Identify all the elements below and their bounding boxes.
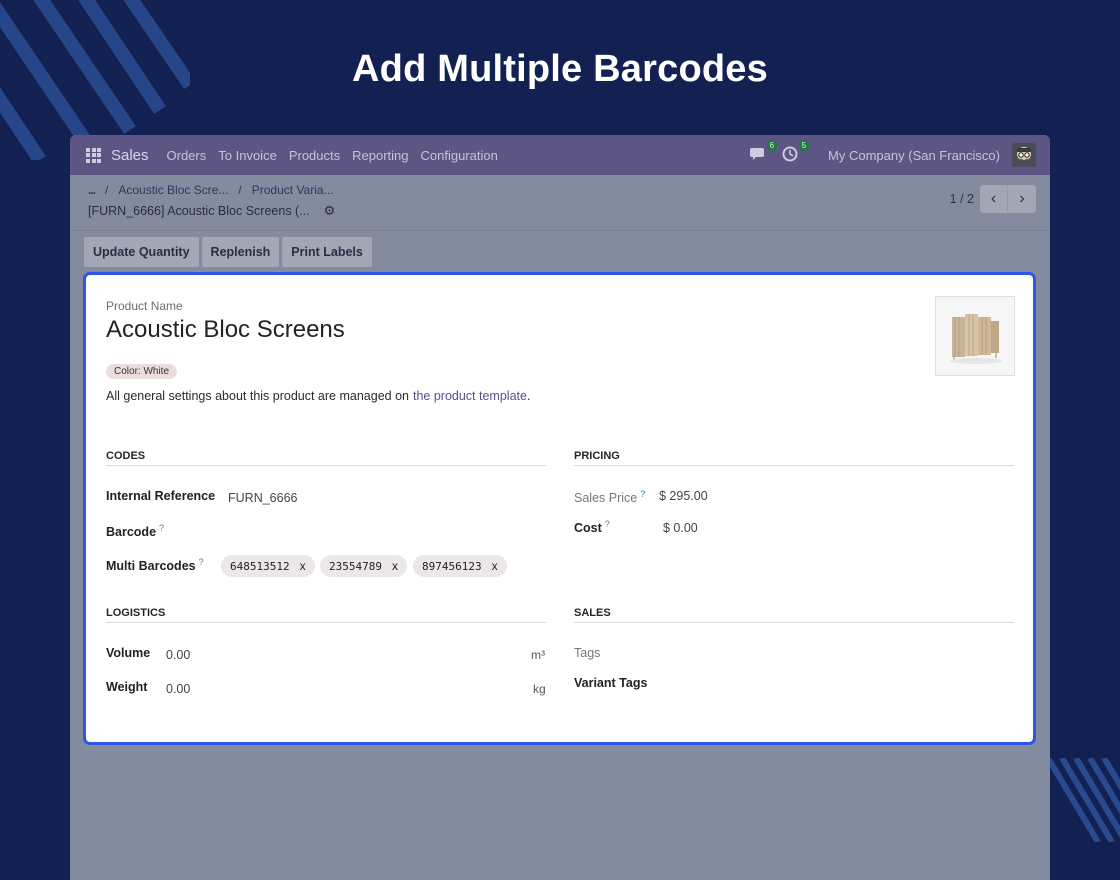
- weight-unit: kg: [533, 682, 546, 696]
- multi-barcodes-label: Multi Barcodes?: [106, 557, 204, 573]
- app-window: Sales Orders To Invoice Products Reporti…: [70, 135, 1050, 880]
- product-template-link[interactable]: the product template: [413, 389, 527, 403]
- barcode-tag-value: 23554789: [329, 559, 382, 573]
- control-panel: ... / Acoustic Bloc Scre... / Product Va…: [70, 175, 1050, 231]
- barcode-label: Barcode?: [106, 523, 164, 539]
- variant-tags-label: Variant Tags: [574, 676, 648, 690]
- activities-badge: 5: [798, 140, 810, 151]
- codes-heading: CODES: [106, 450, 546, 466]
- gear-icon[interactable]: ⚙: [324, 203, 336, 219]
- breadcrumb-separator: /: [105, 183, 109, 197]
- breadcrumb-more[interactable]: ...: [88, 183, 96, 197]
- template-note-end: .: [526, 389, 531, 403]
- barcode-tag-value: 897456123: [422, 559, 482, 573]
- help-icon[interactable]: ?: [640, 489, 645, 499]
- pager-value[interactable]: 1 / 2: [950, 192, 974, 206]
- print-labels-button[interactable]: Print Labels: [282, 237, 372, 267]
- barcode-tag-value: 648513512: [230, 559, 290, 573]
- nav-menu-products[interactable]: Products: [289, 148, 340, 163]
- replenish-button[interactable]: Replenish: [201, 237, 280, 267]
- template-note: All general settings about this product …: [106, 389, 530, 403]
- product-name-field[interactable]: Acoustic Bloc Screens: [106, 316, 345, 344]
- remove-tag-icon[interactable]: x: [492, 559, 498, 573]
- messages-badge: 6: [766, 140, 778, 151]
- breadcrumb-separator: /: [238, 183, 242, 197]
- breadcrumb-product-template[interactable]: Acoustic Bloc Scre...: [118, 183, 228, 197]
- activity-clock-icon[interactable]: 5: [782, 140, 810, 164]
- help-icon[interactable]: ?: [605, 519, 610, 529]
- chat-icon[interactable]: 6: [750, 140, 778, 164]
- help-icon[interactable]: ?: [159, 523, 164, 533]
- template-note-text: All general settings about this product …: [106, 389, 409, 403]
- tags-label: Tags: [574, 646, 601, 660]
- nav-app-name[interactable]: Sales: [111, 147, 149, 164]
- sales-price-label-text: Sales Price: [574, 491, 638, 506]
- remove-tag-icon[interactable]: x: [300, 559, 306, 573]
- barcode-tag: 897456123 x: [413, 555, 507, 577]
- help-icon[interactable]: ?: [199, 557, 204, 567]
- navbar-systray: 6 5 My Company (San Francisco): [750, 140, 1050, 167]
- logistics-heading: LOGISTICS: [106, 607, 546, 623]
- action-buttons: Update Quantity Replenish Print Labels: [84, 237, 375, 267]
- hero-title: Add Multiple Barcodes: [352, 48, 768, 90]
- barcode-tag: 648513512 x: [221, 555, 315, 577]
- weight-label: Weight: [106, 680, 148, 694]
- product-name-label: Product Name: [106, 299, 183, 313]
- nav-menu-configuration[interactable]: Configuration: [421, 148, 498, 163]
- sales-price-field[interactable]: $ 295.00: [659, 489, 708, 503]
- apps-grid-icon[interactable]: [86, 147, 101, 163]
- sales-price-label: Sales Price?: [574, 489, 645, 505]
- volume-label: Volume: [106, 646, 151, 660]
- color-attribute-badge: Color: White: [106, 364, 178, 379]
- chevron-right-icon[interactable]: ›: [1008, 185, 1036, 213]
- nav-menu-reporting[interactable]: Reporting: [352, 148, 408, 163]
- remove-tag-icon[interactable]: x: [392, 559, 398, 573]
- product-form-sheet: Product Name Acoustic Bloc Screens Color…: [83, 272, 1036, 745]
- company-switcher[interactable]: My Company (San Francisco): [828, 148, 1000, 163]
- top-navbar: Sales Orders To Invoice Products Reporti…: [70, 135, 1050, 175]
- internal-reference-field[interactable]: FURN_6666: [228, 491, 297, 505]
- breadcrumb: ... / Acoustic Bloc Scre... / Product Va…: [88, 183, 1034, 197]
- internal-reference-label: Internal Reference: [106, 489, 216, 503]
- nav-menu-to-invoice[interactable]: To Invoice: [218, 148, 277, 163]
- barcode-tag: 23554789 x: [320, 555, 407, 577]
- nav-menu-orders[interactable]: Orders: [167, 148, 207, 163]
- avatar-icon[interactable]: [1012, 143, 1036, 167]
- multi-barcodes-label-text: Multi Barcodes: [106, 559, 196, 574]
- volume-unit: m³: [531, 648, 545, 662]
- cost-field[interactable]: $ 0.00: [663, 521, 698, 535]
- product-image[interactable]: [935, 296, 1015, 376]
- record-title-row: [FURN_6666] Acoustic Bloc Screens (... ⚙: [88, 203, 1034, 219]
- weight-field[interactable]: 0.00: [166, 682, 190, 696]
- cost-label-text: Cost: [574, 521, 602, 536]
- pricing-heading: PRICING: [574, 450, 1014, 466]
- cost-label: Cost?: [574, 519, 610, 535]
- breadcrumb-product-variants[interactable]: Product Varia...: [252, 183, 334, 197]
- sales-heading: SALES: [574, 607, 1014, 623]
- record-title: [FURN_6666] Acoustic Bloc Screens (...: [88, 204, 310, 218]
- pager: 1 / 2 ‹ ›: [950, 185, 1036, 213]
- chevron-left-icon[interactable]: ‹: [980, 185, 1008, 213]
- volume-field[interactable]: 0.00: [166, 648, 190, 662]
- barcode-label-text: Barcode: [106, 525, 157, 540]
- decorative-stripes-bottom-right: [1048, 758, 1120, 842]
- update-quantity-button[interactable]: Update Quantity: [84, 237, 199, 267]
